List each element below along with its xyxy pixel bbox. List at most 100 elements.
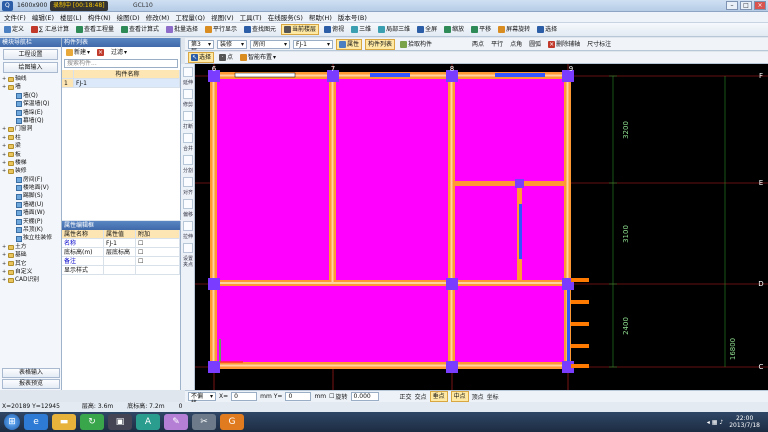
floor-plan[interactable]: 6 7 8 9 F E D C 3200 3100 2400 16800 <box>195 64 768 390</box>
draw-input-button[interactable]: 绘图输入 <box>3 62 58 73</box>
toolbar-button[interactable]: 局部三维 <box>376 24 412 35</box>
tree-item[interactable]: 吊顶(K) <box>2 226 61 234</box>
start-button[interactable]: ⊞ <box>4 414 20 430</box>
media-icon[interactable]: ▣ <box>108 414 132 430</box>
drawing-canvas[interactable]: 6 7 8 9 F E D C 3200 3100 2400 16800 <box>195 64 768 390</box>
attach-checkbox[interactable]: ☐ <box>136 257 180 265</box>
menu-item[interactable]: 绘图(D) <box>117 12 140 22</box>
toolbar-button[interactable]: 定义 <box>2 24 26 35</box>
tree-item[interactable]: + 自定义 <box>2 268 61 276</box>
property-row[interactable]: 底标高(m) 层底标高 ☐ <box>62 248 180 257</box>
app-a-icon[interactable]: A <box>136 414 160 430</box>
expand-toggle-icon[interactable]: + <box>2 260 7 268</box>
expand-toggle-icon[interactable]: + <box>2 75 7 83</box>
dimension-button[interactable]: 尺寸标注 <box>585 39 613 50</box>
two-point-button[interactable]: 两点 <box>470 39 486 50</box>
toolbar-button[interactable]: 查看工程量 <box>74 24 116 35</box>
tree-item[interactable]: + 轴线 <box>2 75 61 83</box>
paint-icon[interactable]: ✎ <box>164 414 188 430</box>
expand-toggle-icon[interactable]: + <box>2 125 7 133</box>
toolbar-button[interactable]: 缩放 <box>442 24 466 35</box>
vertex-toggle[interactable]: 顶点 <box>472 392 484 401</box>
tree-item[interactable]: 墙面(W) <box>2 209 61 217</box>
modify-tool-button[interactable] <box>183 221 193 231</box>
menu-item[interactable]: 构件(N) <box>88 12 111 22</box>
filter-button[interactable]: 过滤 ▾ <box>109 47 129 58</box>
tree-item[interactable]: 保温墙(Q) <box>2 100 61 108</box>
category-select[interactable]: 装修 ▾ <box>217 39 247 49</box>
project-settings-button[interactable]: 工程设置 <box>3 49 58 60</box>
modify-tool-button[interactable] <box>183 199 193 209</box>
close-button[interactable]: × <box>754 1 766 10</box>
perpendicular-toggle[interactable]: 垂点 <box>429 391 448 402</box>
tree-item[interactable]: + 墙 <box>2 83 61 91</box>
menu-item[interactable]: 工具(T) <box>240 12 262 22</box>
parallel-button[interactable]: 平行 <box>489 39 505 50</box>
property-row[interactable]: 显示样式 <box>62 266 180 275</box>
property-row[interactable]: 名称 FJ-1 ☐ <box>62 239 180 248</box>
component-list-button[interactable]: 构件列表 <box>365 38 396 50</box>
offset-select[interactable]: 不偏移▾ <box>188 392 216 402</box>
attach-checkbox[interactable]: ☐ <box>136 239 180 247</box>
tree-item[interactable]: 房间(F) <box>2 176 61 184</box>
modify-tool-button[interactable] <box>183 155 193 165</box>
property-value[interactable]: FJ-1 <box>104 239 136 247</box>
toolbar-button[interactable]: 俯视 <box>322 24 346 35</box>
tree-item[interactable]: 墙裙(U) <box>2 201 61 209</box>
property-value[interactable]: 层底标高 <box>104 248 136 256</box>
new-component-button[interactable]: 新建 ▾ <box>64 47 92 58</box>
tree-item[interactable]: 楼地面(V) <box>2 184 61 192</box>
menu-item[interactable]: 修改(M) <box>146 12 170 22</box>
point-button[interactable]: · 点 <box>217 52 235 63</box>
tray-icon[interactable]: ◂ <box>707 419 710 426</box>
ortho-toggle[interactable]: 正交 <box>400 392 412 401</box>
tree-item[interactable]: + 土方 <box>2 243 61 251</box>
tree-item[interactable]: 墙垛(E) <box>2 109 61 117</box>
property-value[interactable] <box>104 266 136 274</box>
search-icon[interactable]: Q <box>2 1 13 11</box>
menu-item[interactable]: 编辑(E) <box>32 12 54 22</box>
menu-item[interactable]: 视图(V) <box>211 12 234 22</box>
component-select[interactable]: FJ-1 ▾ <box>293 39 333 49</box>
tree-item[interactable]: + 板 <box>2 151 61 159</box>
toolbar-button[interactable]: 查看计算式 <box>119 24 161 35</box>
point-angle-button[interactable]: 点角 <box>508 39 524 50</box>
pick-component-button[interactable]: 拾取构件 <box>398 39 434 50</box>
menu-item[interactable]: 文件(F) <box>4 12 26 22</box>
expand-toggle-icon[interactable]: + <box>2 151 7 159</box>
modify-tool-button[interactable] <box>183 243 193 253</box>
toolbar-button[interactable]: 选择 <box>535 24 559 35</box>
toolbar-button[interactable]: 三维 <box>349 24 373 35</box>
ie-icon[interactable]: e <box>24 414 48 430</box>
tree-item[interactable]: + 基础 <box>2 251 61 259</box>
expand-toggle-icon[interactable]: + <box>2 83 7 91</box>
modify-tool-button[interactable] <box>183 177 193 187</box>
tree-item[interactable]: 墙(Q) <box>2 92 61 100</box>
toolbar-button[interactable]: 查找图元 <box>242 24 278 35</box>
properties-button[interactable]: 属性 <box>336 38 363 50</box>
menu-item[interactable]: 楼层(L) <box>60 12 82 22</box>
report-preview-button[interactable]: 报表预览 <box>2 379 60 389</box>
expand-toggle-icon[interactable]: + <box>2 159 7 167</box>
gcl-app-icon[interactable]: G <box>220 414 244 430</box>
property-value[interactable] <box>104 257 136 265</box>
delete-aux-axis-button[interactable]: × 删除辅轴 <box>546 39 582 50</box>
tree-item[interactable]: + 柱 <box>2 134 61 142</box>
rotate-angle-input[interactable]: 0.000 <box>350 392 379 401</box>
clock[interactable]: 22:00 2013/7/18 <box>729 415 760 429</box>
network-icon[interactable]: ▦ <box>712 419 718 426</box>
rotate-checkbox[interactable]: ☐ 旋转 <box>329 392 347 401</box>
expand-toggle-icon[interactable]: + <box>2 134 7 142</box>
toolbar-button[interactable]: 批量选择 <box>164 24 200 35</box>
toolbar-button[interactable]: 当前楼层 <box>281 24 320 35</box>
toolbar-button[interactable]: 全屏 <box>415 24 439 35</box>
intersection-toggle[interactable]: 交点 <box>415 392 427 401</box>
modify-tool-button[interactable] <box>183 133 193 143</box>
tree-item[interactable]: 天棚(P) <box>2 218 61 226</box>
expand-toggle-icon[interactable]: + <box>2 167 7 175</box>
table-row[interactable]: 1 FJ-1 <box>62 79 180 88</box>
table-input-button[interactable]: 表格输入 <box>2 368 60 378</box>
room-fill[interactable] <box>214 76 568 367</box>
minimize-button[interactable]: – <box>726 1 738 10</box>
folder-icon[interactable]: ▬ <box>52 414 76 430</box>
